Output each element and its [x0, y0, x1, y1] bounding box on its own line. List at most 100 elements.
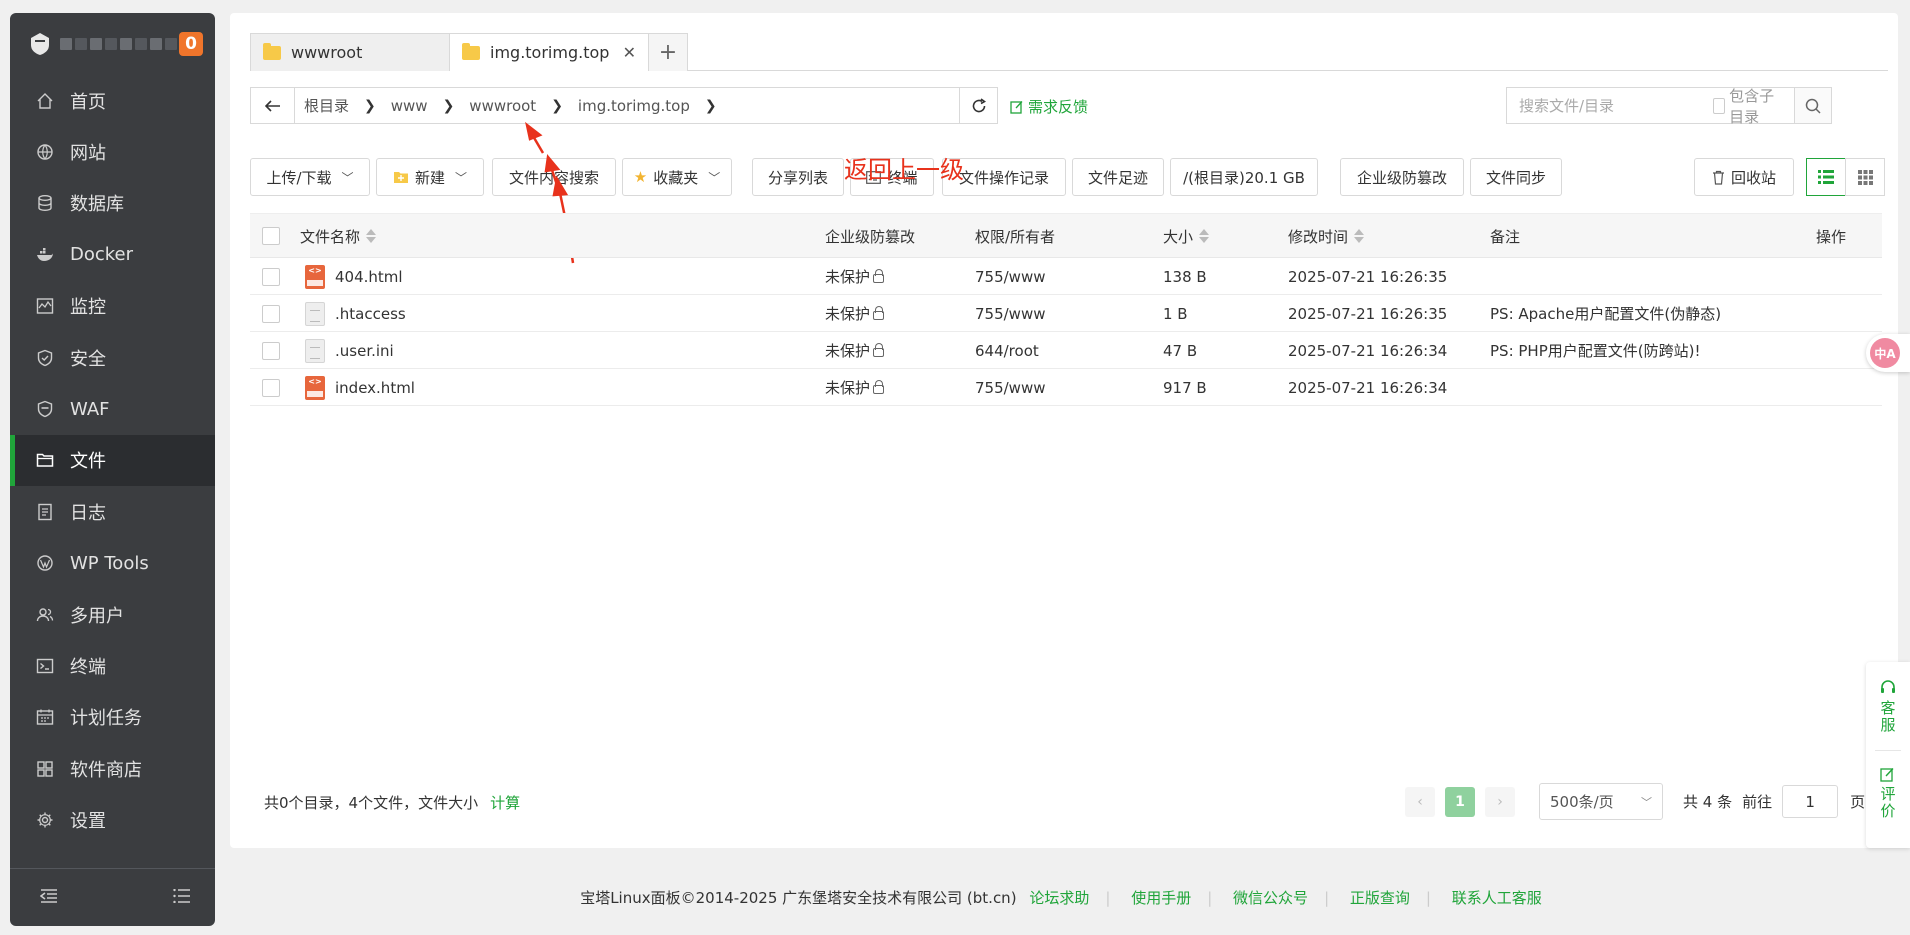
select-all-checkbox[interactable]: [262, 214, 280, 258]
sidebar-item-apps[interactable]: 软件商店: [10, 743, 215, 794]
new-button[interactable]: 新建 ﹀: [376, 158, 484, 196]
file-name[interactable]: index.html: [335, 379, 415, 397]
add-tab-button[interactable]: +: [648, 33, 688, 71]
col-mtime[interactable]: 修改时间: [1288, 214, 1364, 258]
file-name[interactable]: 404.html: [335, 268, 403, 286]
disk-usage-label: /(根目录)20.1 GB: [1183, 167, 1305, 188]
tab-img-torimg-top[interactable]: img.torimg.top ✕: [449, 33, 649, 71]
col-size[interactable]: 大小: [1163, 214, 1209, 258]
file-name-cell[interactable]: index.html: [305, 369, 415, 406]
search-button[interactable]: [1794, 88, 1831, 123]
disk-usage-button[interactable]: /(根目录)20.1 GB: [1170, 158, 1318, 196]
sidebar-item-folder[interactable]: 文件: [10, 435, 215, 486]
permission-cell[interactable]: 755/www: [975, 369, 1046, 406]
share-list-button[interactable]: 分享列表: [752, 158, 844, 196]
file-name[interactable]: .htaccess: [335, 305, 406, 323]
breadcrumb: 根目录 ❯ www ❯ wwwroot ❯ img.torimg.top ❯: [295, 95, 723, 116]
sidebar-item-label: 计划任务: [70, 704, 142, 730]
sidebar-item-wordpress[interactable]: WP Tools: [10, 538, 215, 589]
sidebar-item-log[interactable]: 日志: [10, 486, 215, 537]
permission-cell[interactable]: 644/root: [975, 332, 1039, 369]
content-search-button[interactable]: 文件内容搜索: [492, 158, 616, 196]
footer-link-forum[interactable]: 论坛求助: [1029, 889, 1089, 907]
file-name-cell[interactable]: 404.html: [305, 258, 403, 295]
row-checkbox[interactable]: [262, 332, 280, 369]
chevron-down-icon: ﹀: [708, 169, 720, 186]
sidebar-item-terminal[interactable]: 终端: [10, 640, 215, 691]
include-subdir-checkbox[interactable]: 包含子目录: [1713, 85, 1794, 127]
sidebar-item-home[interactable]: 首页: [10, 75, 215, 126]
per-page-select[interactable]: 500条/页 ﹀: [1539, 783, 1663, 820]
log-icon: [36, 503, 54, 521]
tamper-proof-button[interactable]: 企业级防篡改: [1340, 158, 1464, 196]
tamper-status[interactable]: 未保护: [825, 295, 884, 332]
shield-icon: [36, 349, 54, 367]
file-name[interactable]: .user.ini: [335, 342, 394, 360]
sidebar-item-users[interactable]: 多用户: [10, 589, 215, 640]
sidebar-item-monitor[interactable]: 监控: [10, 281, 215, 332]
list-view-button[interactable]: [1806, 158, 1846, 196]
recycle-bin-button[interactable]: 回收站: [1694, 158, 1794, 196]
tamper-status[interactable]: 未保护: [825, 258, 884, 295]
permission-text: 755/www: [975, 268, 1046, 286]
checkbox[interactable]: [1713, 98, 1725, 114]
upload-download-button[interactable]: 上传/下载 ﹀: [250, 158, 370, 196]
translate-widget[interactable]: 中A: [1866, 334, 1910, 372]
folder-tabs: wwwroot img.torimg.top ✕ +: [250, 33, 1888, 71]
footprint-button[interactable]: 文件足迹: [1072, 158, 1164, 196]
rate-button[interactable]: 评价: [1880, 767, 1895, 820]
remark-cell[interactable]: PS: PHP用户配置文件(防跨站)!: [1490, 332, 1700, 369]
search-input[interactable]: [1507, 88, 1713, 123]
footer-link-contact[interactable]: 联系人工客服: [1452, 889, 1542, 907]
table-row[interactable]: 404.html未保护755/www138 B2025-07-21 16:26:…: [250, 258, 1882, 295]
tamper-status-text: 未保护: [825, 303, 870, 324]
customer-service-button[interactable]: 客服: [1880, 680, 1896, 734]
file-sync-button[interactable]: 文件同步: [1470, 158, 1562, 196]
row-checkbox[interactable]: [262, 295, 280, 332]
permission-cell[interactable]: 755/www: [975, 258, 1046, 295]
col-tamper-label: 企业级防篡改: [825, 226, 915, 247]
sidebar-item-docker[interactable]: Docker: [10, 229, 215, 280]
row-checkbox[interactable]: [262, 369, 280, 406]
permission-cell[interactable]: 755/www: [975, 295, 1046, 332]
crumb-wwwroot[interactable]: wwwroot: [460, 97, 545, 115]
favorites-button[interactable]: ★ 收藏夹 ﹀: [622, 158, 732, 196]
calc-size-link[interactable]: 计算: [490, 794, 520, 812]
file-summary: 共0个目录，4个文件，文件大小计算: [264, 792, 520, 813]
row-checkbox[interactable]: [262, 258, 280, 295]
sidebar-item-waf-shield[interactable]: WAF: [10, 383, 215, 434]
close-tab-icon[interactable]: ✕: [623, 43, 636, 62]
notification-badge[interactable]: 0: [179, 32, 203, 56]
tamper-status[interactable]: 未保护: [825, 369, 884, 406]
sidebar-item-globe[interactable]: 网站: [10, 126, 215, 177]
table-row[interactable]: .user.ini未保护644/root47 B2025-07-21 16:26…: [250, 332, 1882, 369]
lock-icon: [873, 385, 884, 394]
refresh-button[interactable]: [960, 87, 998, 124]
remark-cell[interactable]: PS: Apache用户配置文件(伪静态): [1490, 295, 1721, 332]
footer-link-wechat[interactable]: 微信公众号: [1233, 889, 1308, 907]
table-row[interactable]: index.html未保护755/www917 B2025-07-21 16:2…: [250, 369, 1882, 406]
footer-link-license[interactable]: 正版查询: [1350, 889, 1410, 907]
page-current[interactable]: 1: [1445, 787, 1475, 817]
divider: |: [1105, 889, 1110, 907]
sidebar-item-shield[interactable]: 安全: [10, 332, 215, 383]
goto-page-input[interactable]: 1: [1782, 785, 1838, 818]
sidebar-item-gear[interactable]: 设置: [10, 794, 215, 845]
crumb-current[interactable]: img.torimg.top: [569, 97, 699, 115]
file-name-cell[interactable]: .user.ini: [305, 332, 394, 369]
sidebar-item-database[interactable]: 数据库: [10, 178, 215, 229]
feedback-link[interactable]: 需求反馈: [1010, 96, 1088, 117]
col-name[interactable]: 文件名称: [300, 214, 376, 258]
tamper-status[interactable]: 未保护: [825, 332, 884, 369]
prev-page-button[interactable]: ‹: [1405, 787, 1435, 817]
sidebar-item-calendar[interactable]: 计划任务: [10, 692, 215, 743]
grid-view-button[interactable]: [1845, 158, 1885, 196]
crumb-root[interactable]: 根目录: [295, 95, 358, 116]
file-name-cell[interactable]: .htaccess: [305, 295, 406, 332]
crumb-www[interactable]: www: [382, 97, 437, 115]
table-row[interactable]: .htaccess未保护755/www1 B2025-07-21 16:26:3…: [250, 295, 1882, 332]
back-button[interactable]: [251, 88, 295, 123]
next-page-button[interactable]: ›: [1485, 787, 1515, 817]
footer-link-manual[interactable]: 使用手册: [1131, 889, 1191, 907]
tab-wwwroot[interactable]: wwwroot: [250, 33, 450, 71]
